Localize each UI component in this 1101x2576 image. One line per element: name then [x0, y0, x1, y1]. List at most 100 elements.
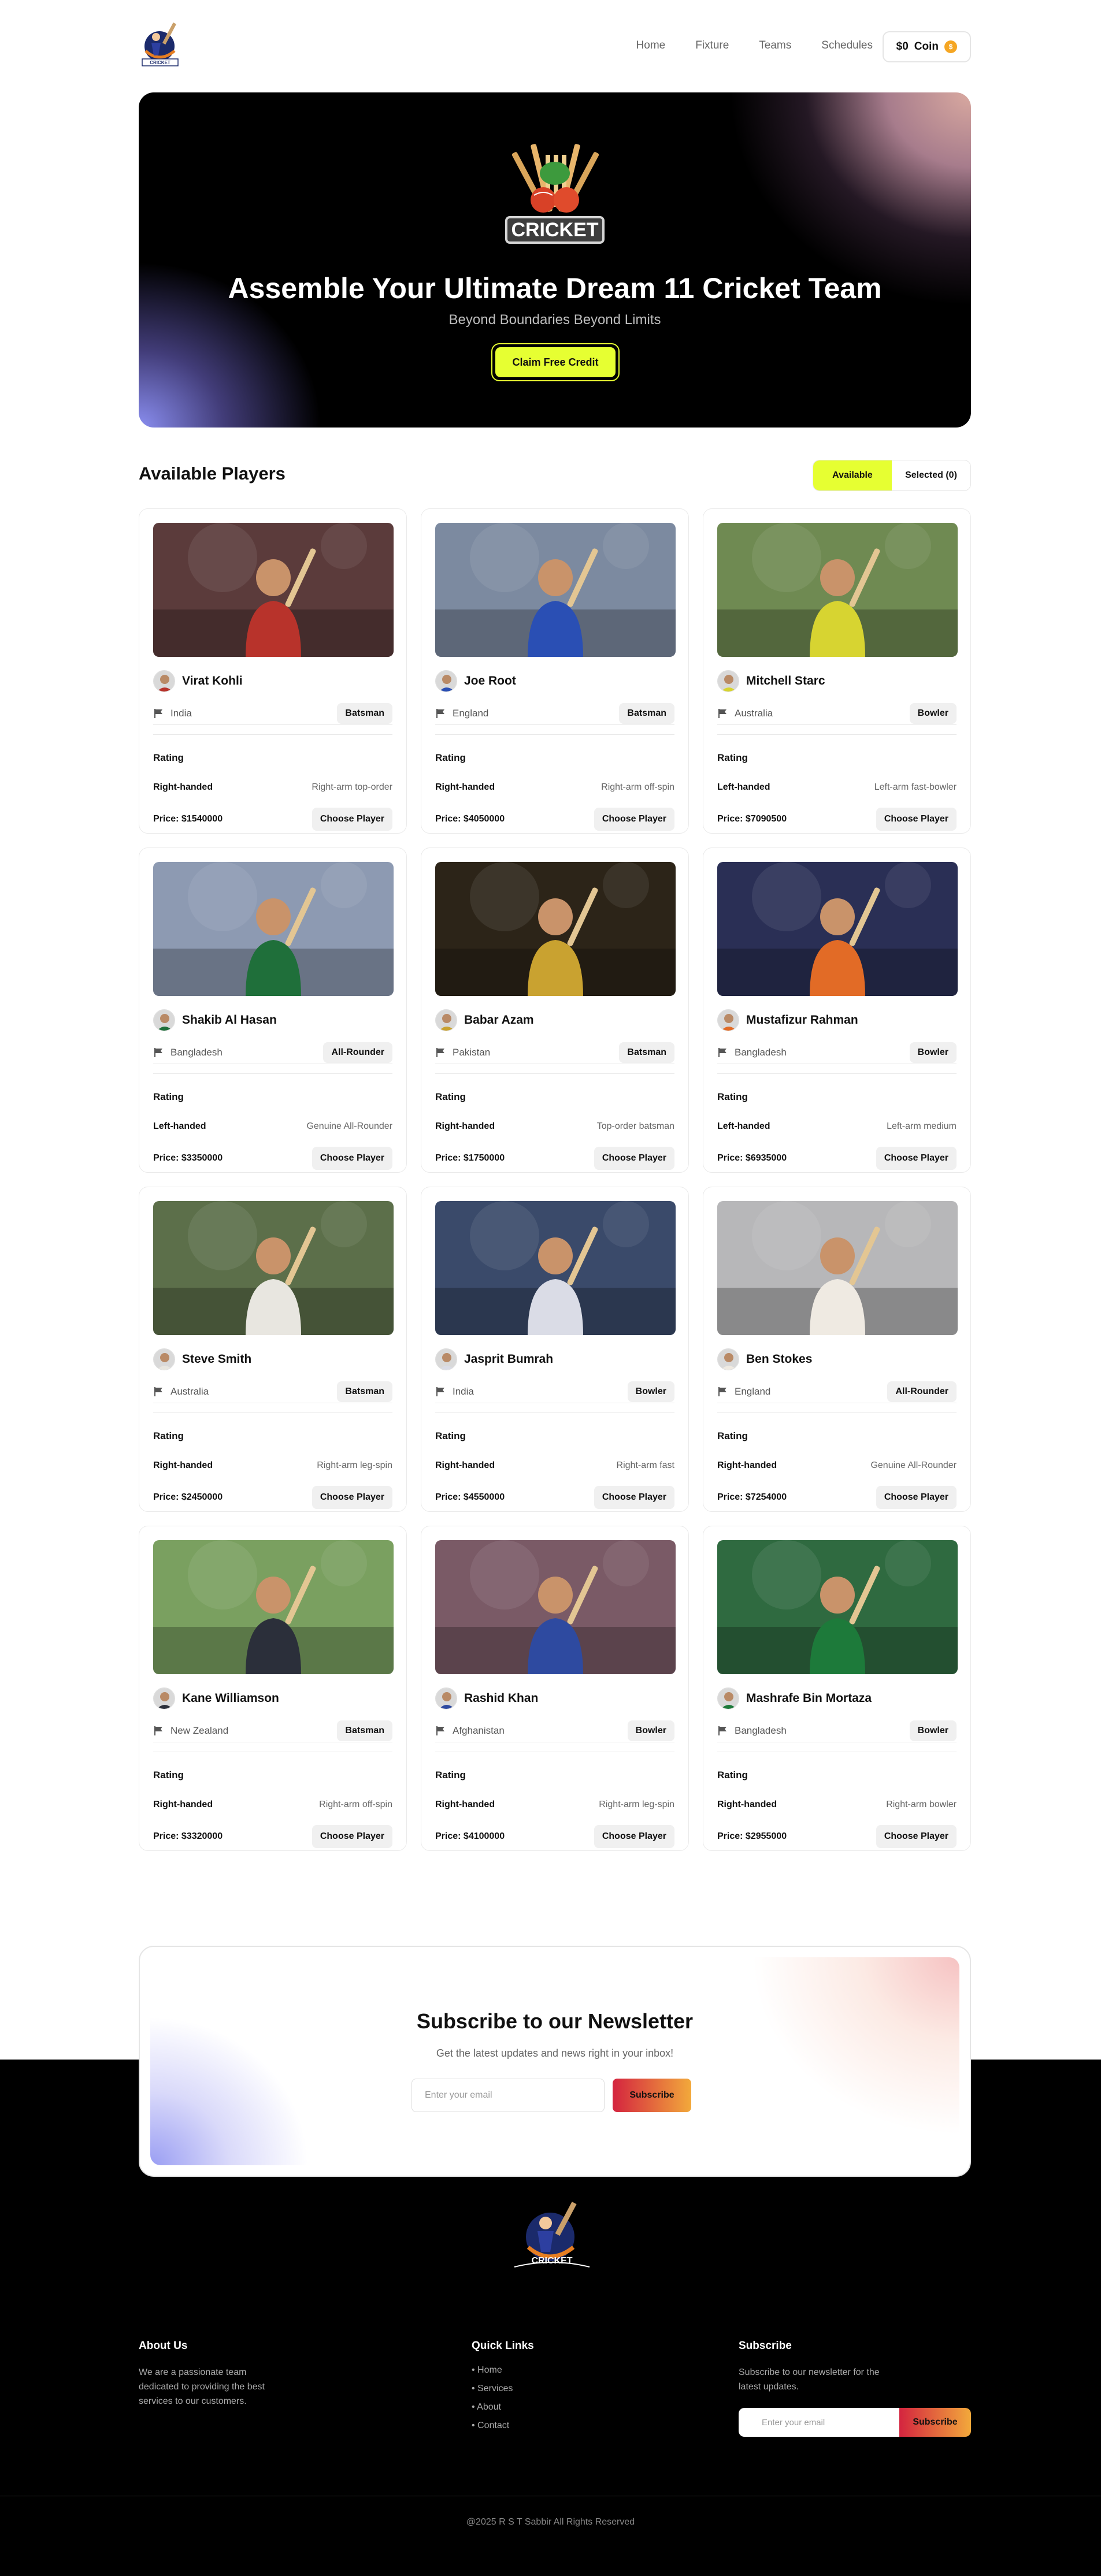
available-tab[interactable]: Available [813, 460, 892, 490]
choose-player-button[interactable]: Choose Player [876, 1825, 957, 1848]
choose-player-button[interactable]: Choose Player [876, 1147, 957, 1170]
newsletter-title: Subscribe to our Newsletter [416, 2009, 694, 2033]
player-photo [717, 1540, 958, 1674]
bowling-style: Right-arm leg-spin [599, 1800, 674, 1809]
player-role-badge: Batsman [619, 1042, 674, 1063]
player-card: Ben Stokes England All-Rounder Rating Ri… [703, 1187, 971, 1512]
footer-link-home[interactable]: • Home [472, 2365, 587, 2376]
player-price: Price: $2955000 [717, 1831, 787, 1841]
player-role-badge: Bowler [627, 1381, 674, 1402]
choose-player-button[interactable]: Choose Player [876, 1486, 957, 1509]
footer-subscribe-form: Enter your email Subscribe [739, 2408, 971, 2437]
player-avatar [435, 1687, 457, 1709]
choose-player-button[interactable]: Choose Player [312, 808, 392, 831]
batting-bowling-row: Right-handed Right-arm leg-spin [435, 1800, 674, 1810]
player-price: Price: $7254000 [717, 1492, 787, 1502]
nav-home[interactable]: Home [636, 39, 666, 52]
batting-bowling-row: Left-handed Genuine All-Rounder [153, 1121, 392, 1132]
player-card: Jasprit Bumrah India Bowler Rating Right… [421, 1187, 689, 1512]
choose-player-button[interactable]: Choose Player [594, 1825, 674, 1848]
choose-player-button[interactable]: Choose Player [594, 808, 674, 831]
rating-label: Rating [153, 1770, 184, 1780]
choose-player-button[interactable]: Choose Player [876, 808, 957, 831]
price-row: Price: $7254000 Choose Player [717, 1486, 957, 1509]
player-avatar [435, 1348, 457, 1370]
card-divider [717, 1412, 957, 1413]
footer-subscribe-button[interactable]: Subscribe [899, 2408, 971, 2437]
choose-player-button[interactable]: Choose Player [312, 1147, 392, 1170]
coin-balance-button[interactable]: $0 Coin $ [882, 31, 971, 62]
card-divider [717, 1073, 957, 1074]
flag-icon [436, 1047, 444, 1057]
player-photo [153, 1201, 394, 1335]
choose-player-button[interactable]: Choose Player [312, 1825, 392, 1848]
price-row: Price: $3320000 Choose Player [153, 1825, 392, 1848]
player-meta-row: Australia Batsman [153, 1380, 392, 1403]
rating-label: Rating [153, 1091, 184, 1102]
player-name: Ben Stokes [746, 1352, 813, 1366]
hero-banner: CRICKET Assemble Your Ultimate Dream 11 … [139, 92, 971, 428]
player-country-name: New Zealand [170, 1724, 229, 1736]
player-name: Babar Azam [464, 1013, 534, 1027]
choose-player-button[interactable]: Choose Player [594, 1486, 674, 1509]
nav-fixture[interactable]: Fixture [695, 39, 729, 52]
site-logo[interactable]: CRICKET [139, 17, 185, 69]
footer-link-services[interactable]: • Services [472, 2384, 587, 2394]
nav-teams[interactable]: Teams [759, 39, 791, 52]
coin-amount: $0 [896, 40, 909, 53]
player-name-row: Jasprit Bumrah [435, 1348, 674, 1371]
price-row: Price: $7090500 Choose Player [717, 808, 957, 831]
player-name-row: Virat Kohli [153, 670, 392, 693]
player-meta-row: England All-Rounder [717, 1380, 957, 1403]
player-name-row: Joe Root [435, 670, 674, 693]
price-row: Price: $6935000 Choose Player [717, 1147, 957, 1170]
player-name: Steve Smith [182, 1352, 252, 1366]
bowling-style: Right-arm off-spin [319, 1800, 392, 1809]
bowling-style: Right-arm off-spin [601, 782, 674, 792]
svg-text:CRICKET: CRICKET [150, 60, 170, 65]
nav-schedules[interactable]: Schedules [821, 39, 873, 52]
footer-email-input[interactable]: Enter your email [739, 2408, 899, 2437]
player-photo [435, 1540, 676, 1674]
player-price: Price: $4100000 [435, 1831, 505, 1841]
player-avatar [153, 1348, 175, 1370]
player-price: Price: $4050000 [435, 814, 505, 824]
hero-cricket-logo: CRICKET [485, 132, 624, 259]
player-avatar [717, 670, 739, 692]
footer-link-about[interactable]: • About [472, 2402, 587, 2413]
player-avatar [435, 670, 457, 692]
footer-link-contact[interactable]: • Contact [472, 2421, 587, 2431]
player-country: Afghanistan [435, 1725, 505, 1737]
footer-link-about-label: About [477, 2402, 501, 2412]
newsletter-email-input[interactable]: Enter your email [412, 2079, 605, 2112]
newsletter-subscribe-button[interactable]: Subscribe [613, 2079, 691, 2112]
bowling-style: Genuine All-Rounder [306, 1121, 392, 1131]
flag-icon [436, 708, 444, 718]
bowling-style: Right-arm bowler [886, 1800, 957, 1809]
newsletter-section: Subscribe to our Newsletter Get the late… [139, 1946, 971, 2177]
hero-title: Assemble Your Ultimate Dream 11 Cricket … [228, 272, 882, 304]
player-country-name: India [170, 707, 192, 719]
player-name-row: Mustafizur Rahman [717, 1009, 957, 1032]
hero-subtitle: Beyond Boundaries Beyond Limits [448, 312, 661, 328]
choose-player-button[interactable]: Choose Player [312, 1486, 392, 1509]
flag-icon [718, 708, 726, 718]
player-country-name: Afghanistan [453, 1724, 505, 1736]
selected-tab[interactable]: Selected (0) [892, 460, 970, 490]
choose-player-button[interactable]: Choose Player [594, 1147, 674, 1170]
player-country: India [435, 1386, 474, 1397]
player-name-row: Mitchell Starc [717, 670, 957, 693]
card-divider [435, 1073, 674, 1074]
player-country: Bangladesh [717, 1725, 787, 1737]
player-country-name: Australia [170, 1385, 209, 1397]
rating-label: Rating [435, 1770, 466, 1780]
player-avatar [153, 1009, 175, 1031]
player-meta-row: Afghanistan Bowler [435, 1719, 674, 1742]
claim-free-credit-button[interactable]: Claim Free Credit [495, 347, 616, 378]
batting-bowling-row: Left-handed Left-arm medium [717, 1121, 957, 1132]
player-card: Rashid Khan Afghanistan Bowler Rating Ri… [421, 1526, 689, 1851]
player-avatar [435, 1009, 457, 1031]
player-card: Mashrafe Bin Mortaza Bangladesh Bowler R… [703, 1526, 971, 1851]
footer-logo: CRICKET [509, 2195, 595, 2282]
bowling-style: Left-arm fast-bowler [874, 782, 957, 792]
